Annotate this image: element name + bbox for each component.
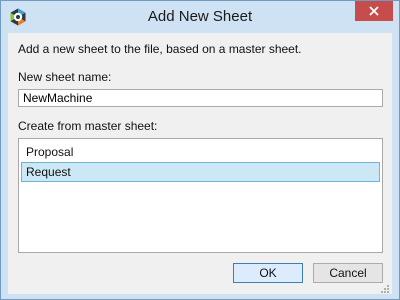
sheet-name-label: New sheet name:	[18, 70, 112, 84]
title-bar[interactable]: Add New Sheet	[1, 1, 399, 33]
close-icon	[369, 6, 379, 16]
sheet-name-input[interactable]	[18, 89, 383, 107]
dialog-content: Add a new sheet to the file, based on a …	[8, 33, 392, 294]
close-button[interactable]	[355, 1, 393, 21]
list-item-request[interactable]: Request	[21, 162, 380, 182]
master-sheet-label: Create from master sheet:	[18, 119, 158, 133]
master-sheet-list[interactable]: Proposal Request	[18, 138, 383, 253]
list-item-proposal[interactable]: Proposal	[21, 142, 380, 162]
dialog-description: Add a new sheet to the file, based on a …	[18, 42, 302, 56]
window-title: Add New Sheet	[147, 8, 253, 25]
cancel-button[interactable]: Cancel	[313, 263, 383, 283]
app-logo-icon	[10, 8, 26, 26]
resize-grip-icon[interactable]	[380, 284, 390, 294]
ok-button[interactable]: OK	[233, 263, 303, 283]
add-new-sheet-dialog: Add New Sheet Add a new sheet to the fil…	[0, 0, 400, 300]
